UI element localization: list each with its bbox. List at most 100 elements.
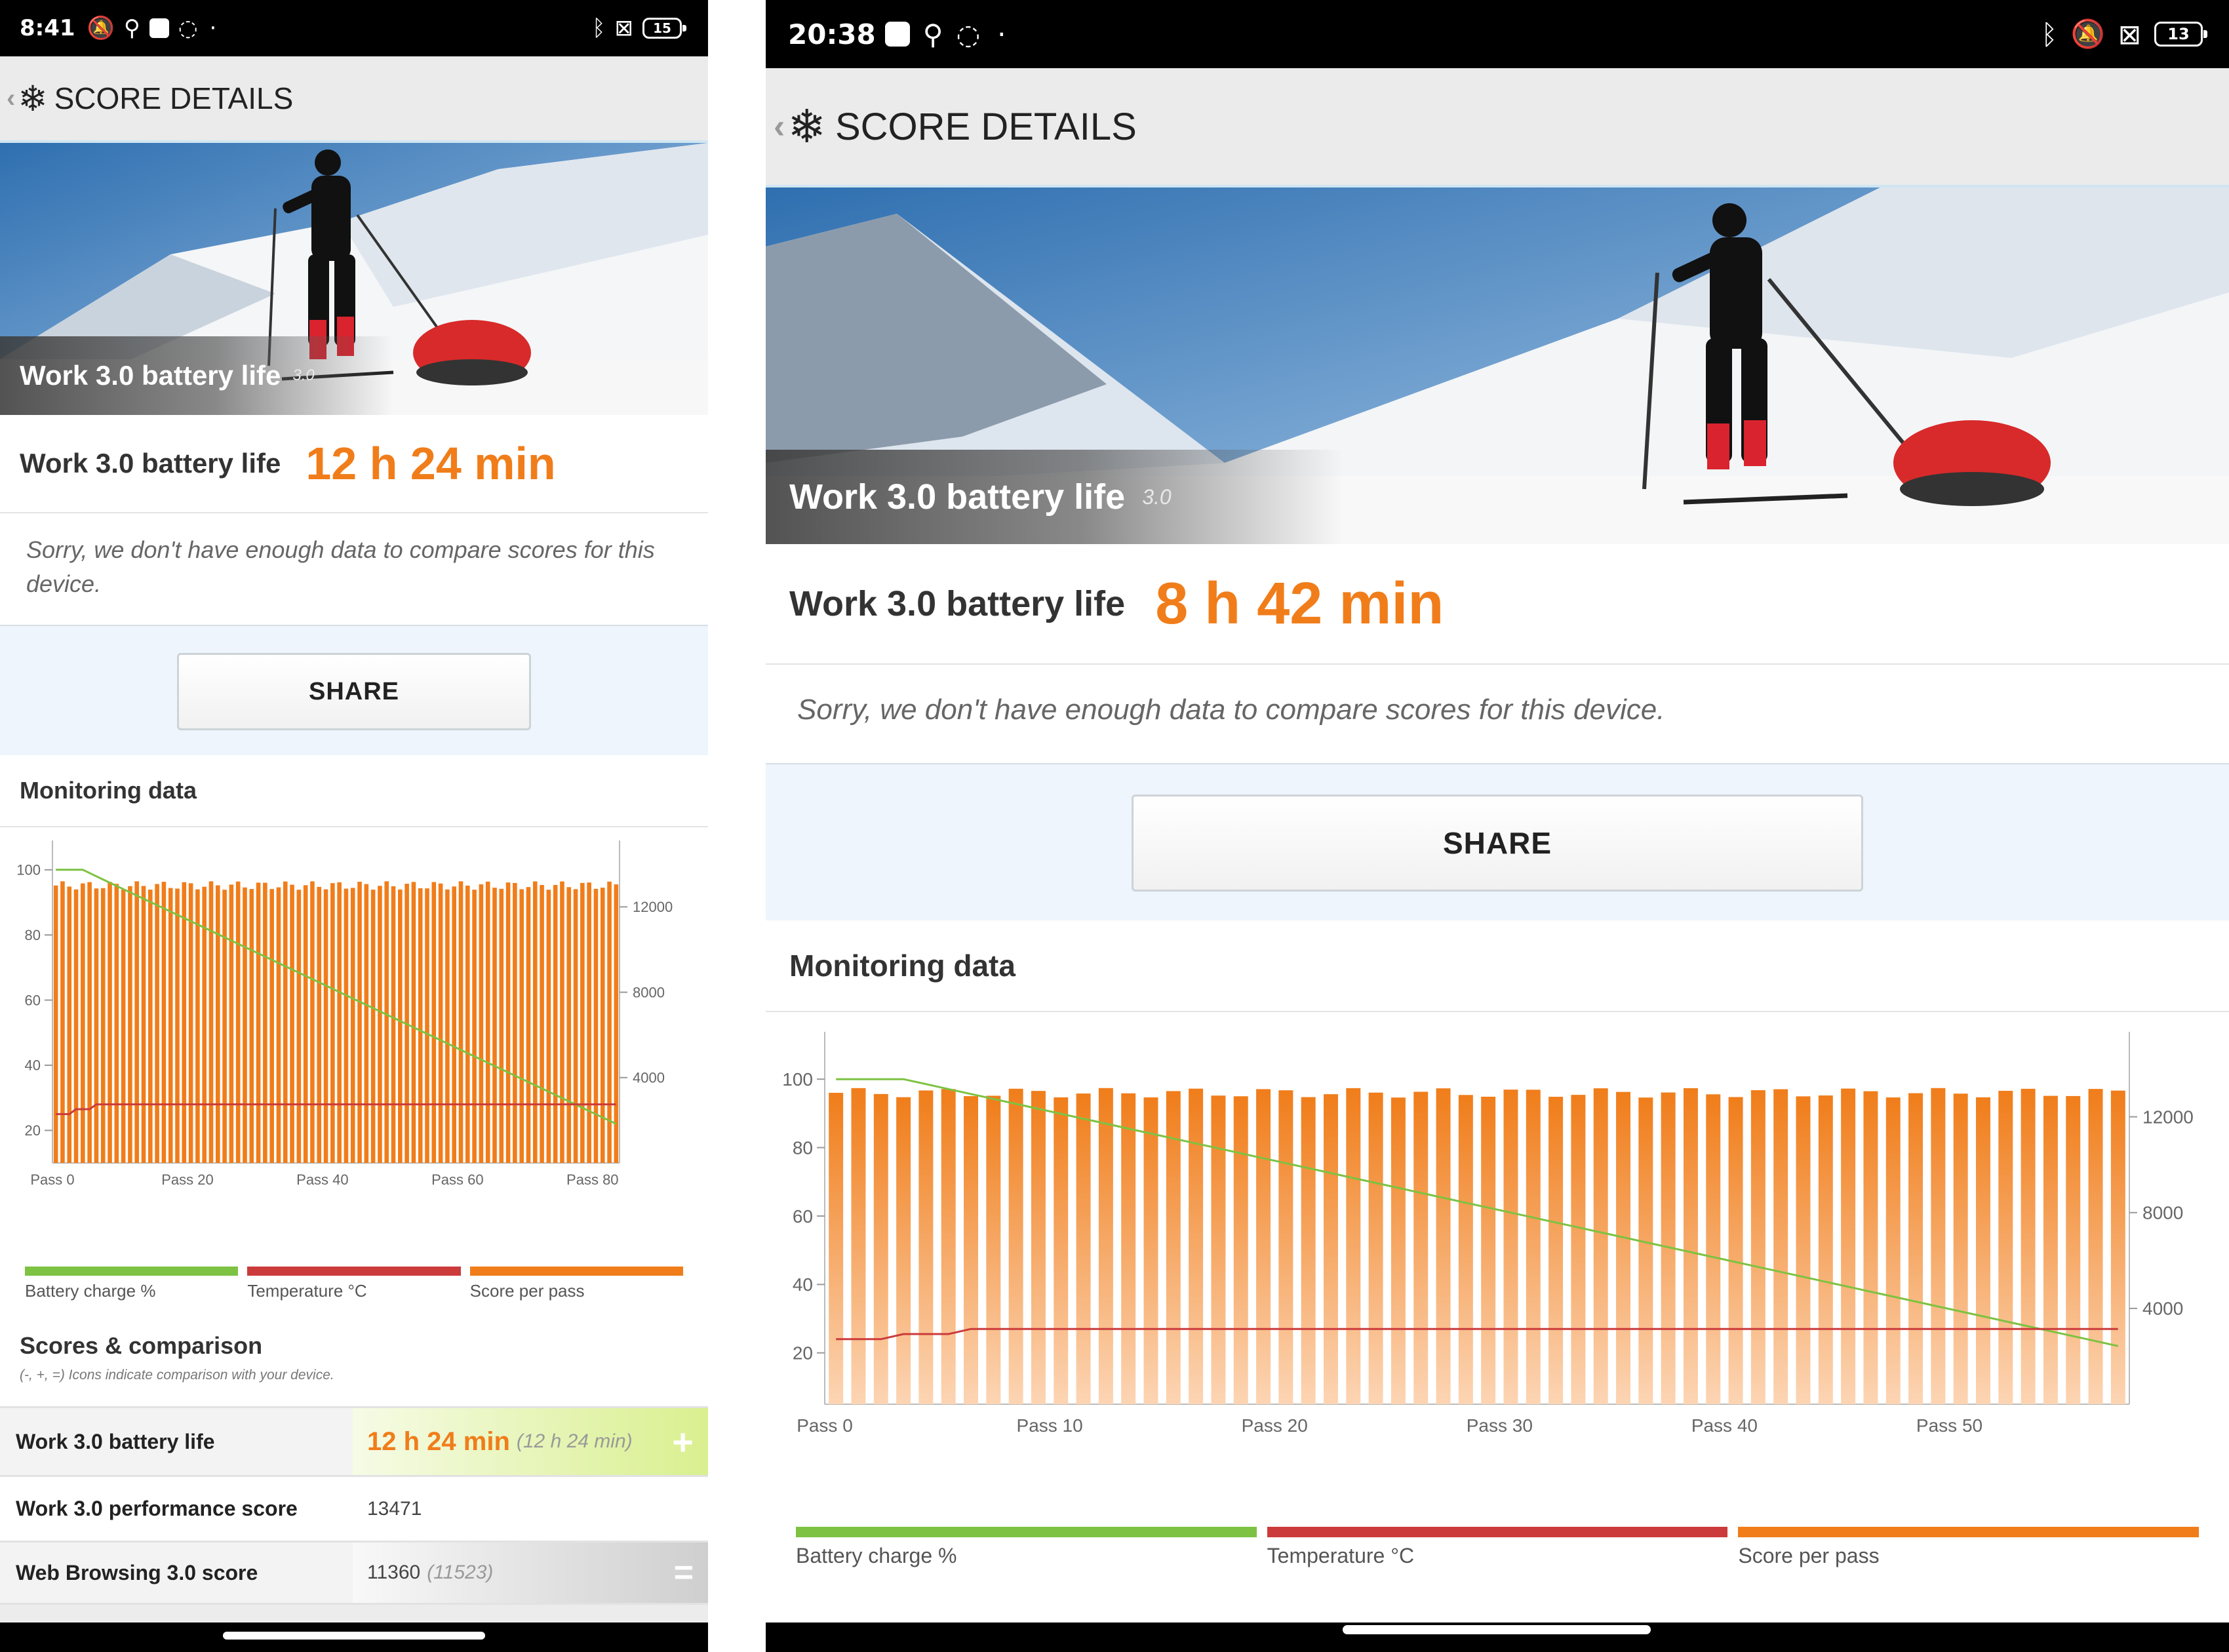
score-bar xyxy=(1728,1097,1743,1404)
compare-note: Sorry, we don't have enough data to comp… xyxy=(0,513,708,626)
score-row[interactable]: Web Browsing 3.0 score 11360 (11523) = xyxy=(0,1541,708,1603)
score-bar xyxy=(479,884,484,1163)
score-bar xyxy=(2088,1089,2103,1404)
monitoring-title: Monitoring data xyxy=(766,920,2229,1012)
legend-score-label: Score per pass xyxy=(469,1281,585,1301)
dot-icon: · xyxy=(209,15,217,41)
score-bar xyxy=(1076,1093,1091,1404)
app-square-icon xyxy=(149,18,169,38)
no-sim-icon: ⊠ xyxy=(614,15,634,41)
score-bar xyxy=(2021,1088,2036,1404)
score-bar xyxy=(121,889,126,1163)
score-bar xyxy=(1953,1093,1968,1404)
score-bar xyxy=(452,886,457,1163)
score-bar xyxy=(263,882,267,1163)
back-chevron-icon[interactable]: ‹ xyxy=(7,84,15,113)
score-bar xyxy=(1796,1096,1811,1404)
score-bar xyxy=(398,889,403,1163)
legend-score: Score per pass xyxy=(1738,1527,2199,1568)
score-bar xyxy=(1054,1097,1069,1404)
score-bar xyxy=(1998,1090,2013,1404)
equals-icon: = xyxy=(673,1554,694,1592)
score-bar xyxy=(1008,1088,1023,1404)
score-bar xyxy=(1908,1093,1923,1404)
navigation-bar xyxy=(766,1622,2229,1652)
legend-temperature-label: Temperature °C xyxy=(1267,1544,1415,1567)
score-bar xyxy=(269,889,274,1163)
score-bar xyxy=(296,890,302,1163)
score-bar xyxy=(458,881,464,1163)
score-bar xyxy=(1189,1088,1204,1404)
score-bar xyxy=(108,882,112,1163)
hero-title: Work 3.0 battery life xyxy=(789,477,1126,517)
score-bar xyxy=(161,882,167,1163)
x-tick-label: Pass 60 xyxy=(431,1171,484,1188)
bluetooth-icon: ᛒ xyxy=(2041,18,2058,50)
score-row-label: Web Browsing 3.0 score xyxy=(16,1560,258,1584)
score-row-value: 12 h 24 min xyxy=(367,1426,510,1456)
left-tick-label: 60 xyxy=(793,1206,813,1227)
score-bar xyxy=(1548,1097,1564,1404)
monitoring-chart: 20 40 60 80 100 4000 8000 12000 Pass 0 Pass 10 Pas… xyxy=(782,1032,2194,1436)
score-bar xyxy=(2043,1095,2058,1404)
left-tick-label: 20 xyxy=(25,1122,41,1139)
score-bar xyxy=(168,888,173,1163)
score-bar xyxy=(1391,1097,1406,1404)
score-bar xyxy=(229,884,234,1163)
back-chevron-icon[interactable]: ‹ xyxy=(774,107,785,146)
score-row[interactable]: Work 3.0 performance score 13471 xyxy=(0,1475,708,1541)
home-indicator[interactable] xyxy=(1343,1625,1651,1634)
score-bar xyxy=(941,1089,956,1404)
score-bar xyxy=(896,1097,911,1404)
score-bar xyxy=(1211,1095,1226,1404)
result-label: Work 3.0 battery life xyxy=(789,584,1126,623)
score-bar xyxy=(73,889,79,1163)
share-button[interactable]: SHARE xyxy=(177,653,531,730)
score-bar xyxy=(1503,1090,1518,1404)
right-screenshot: 20:38 ⚲ ◌ · ᛒ 🔕 ⊠ 13 ‹ ❄ SCORE DETAILS W… xyxy=(766,0,2229,1652)
temperature-line xyxy=(56,1103,616,1115)
muted-bell-icon: 🔕 xyxy=(87,15,115,41)
score-bar xyxy=(505,882,511,1163)
score-bar xyxy=(465,885,470,1163)
score-bar xyxy=(141,886,146,1163)
score-bar xyxy=(499,888,504,1163)
score-bar xyxy=(1526,1090,1541,1404)
legend-battery: Battery charge % xyxy=(25,1267,239,1301)
score-bar xyxy=(431,882,437,1163)
score-bar xyxy=(337,882,342,1163)
home-indicator[interactable] xyxy=(223,1632,485,1640)
score-bar xyxy=(310,881,315,1163)
score-bar xyxy=(485,881,490,1163)
page-title: SCORE DETAILS xyxy=(835,105,1137,148)
scores-note: (-, +, =) Icons indicate comparison with… xyxy=(20,1367,334,1383)
monitoring-card: Monitoring data 20 40 60 80 100 4000 8000 12000… xyxy=(766,920,2229,1622)
left-tick-label: 80 xyxy=(793,1137,813,1158)
result-value: 12 h 24 min xyxy=(306,438,556,489)
score-row-partial xyxy=(0,1603,708,1622)
score-bar xyxy=(1368,1092,1383,1404)
battery-line xyxy=(56,869,617,1125)
snowflake-logo-icon: ❄ xyxy=(18,79,48,119)
score-bar xyxy=(411,882,416,1163)
score-bar xyxy=(67,886,72,1163)
share-button[interactable]: SHARE xyxy=(1132,795,1863,892)
score-bar xyxy=(357,882,362,1163)
status-bar: 8:41 🔕 ⚲ ◌ · ᛒ ⊠ 15 xyxy=(0,0,708,56)
score-bar xyxy=(546,890,551,1163)
score-bar xyxy=(1885,1097,1901,1404)
score-bar xyxy=(600,888,605,1163)
score-bar xyxy=(418,888,423,1163)
hero-version: 3.0 xyxy=(292,366,315,384)
dot-icon: · xyxy=(997,18,1006,50)
score-bar xyxy=(851,1088,866,1404)
score-bar xyxy=(1233,1096,1248,1404)
score-row-value: 11360 xyxy=(367,1562,421,1583)
x-tick-label: Pass 0 xyxy=(797,1415,853,1436)
score-bar xyxy=(438,883,443,1163)
score-bar xyxy=(222,890,227,1163)
page-title: SCORE DETAILS xyxy=(54,81,294,115)
x-tick-label: Pass 80 xyxy=(566,1171,619,1188)
status-time: 20:38 xyxy=(788,18,876,50)
score-row[interactable]: Work 3.0 battery life 12 h 24 min (12 h … xyxy=(0,1406,708,1475)
